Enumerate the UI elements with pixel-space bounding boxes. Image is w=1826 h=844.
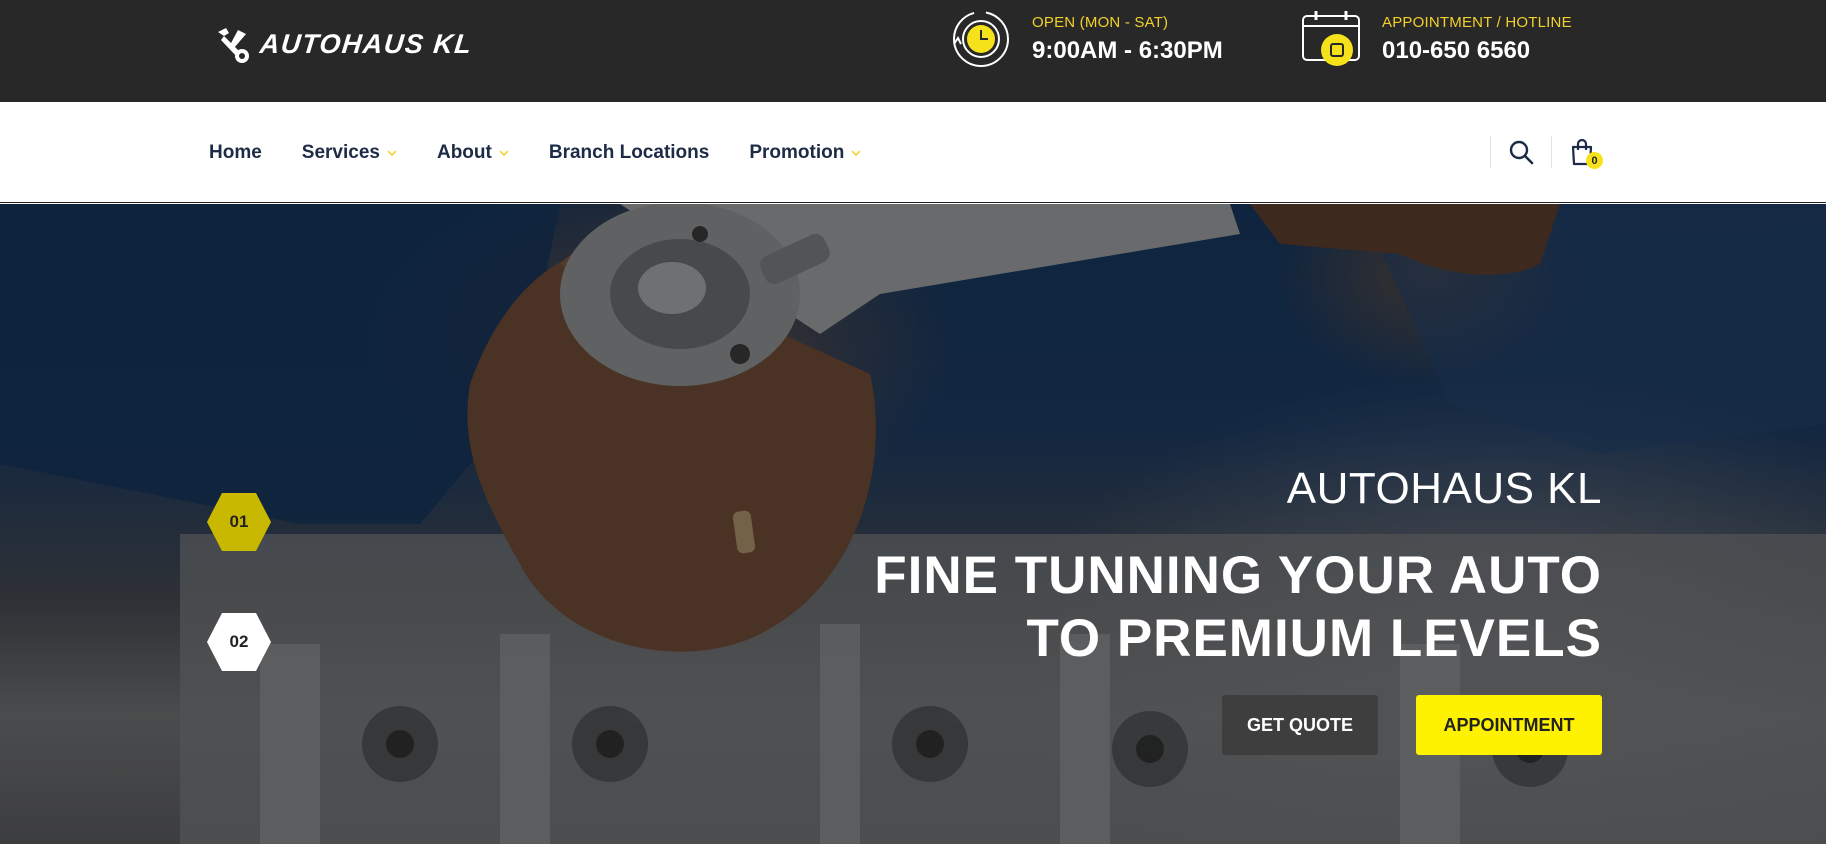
cart-count-badge: 0 [1586, 152, 1603, 169]
hero-title: FINE TUNNING YOUR AUTO TO PREMIUM LEVELS [802, 544, 1602, 670]
get-quote-button[interactable]: GET QUOTE [1222, 695, 1378, 755]
cart-button[interactable]: 0 [1552, 136, 1612, 169]
hours-value: 9:00AM - 6:30PM [1032, 37, 1223, 64]
hotline-label: APPOINTMENT / HOTLINE [1382, 14, 1572, 31]
nav-item-home[interactable]: Home [209, 142, 262, 164]
slide-number: 01 [229, 512, 249, 531]
main-navigation: Home Services About Branch Locations Pro… [0, 102, 1826, 203]
appointment-button[interactable]: APPOINTMENT [1416, 695, 1602, 755]
nav-item-label: About [436, 142, 492, 163]
top-bar: AUTOHAUS KL OPEN (MON - SAT) 9:00AM - 6:… [0, 0, 1826, 102]
hero-title-line-2: TO PREMIUM LEVELS [1026, 609, 1602, 668]
hotline: APPOINTMENT / HOTLINE 010-650 6560 [1300, 8, 1572, 70]
nav-tools: 0 [1490, 136, 1612, 169]
nav-item-services[interactable]: Services [302, 142, 397, 164]
nav-item-label: Services [301, 142, 380, 163]
nav-item-promotion[interactable]: Promotion [749, 142, 861, 164]
nav-item-label: Promotion [749, 142, 845, 163]
calendar-icon [1300, 8, 1362, 70]
nav-item-about[interactable]: About [437, 142, 509, 164]
logo[interactable]: AUTOHAUS KL [212, 24, 475, 64]
slide-indicator-01[interactable]: 01 [206, 492, 272, 552]
hero-title-line-1: FINE TUNNING YOUR AUTO [874, 546, 1602, 605]
nav-menu: Home Services About Branch Locations Pro… [209, 142, 901, 164]
wrench-logo-icon [218, 28, 249, 63]
chevron-down-icon [387, 150, 397, 156]
chevron-down-icon [851, 150, 861, 156]
hero-slider: 01 02 AUTOHAUS KL FINE TUNNING YOUR AUTO… [0, 204, 1826, 844]
nav-item-label: Branch Locations [548, 142, 710, 163]
opening-hours: OPEN (MON - SAT) 9:00AM - 6:30PM [950, 8, 1223, 70]
hotline-number[interactable]: 010-650 6560 [1382, 37, 1572, 65]
slide-indicator-02[interactable]: 02 [206, 612, 272, 672]
hero-eyebrow: AUTOHAUS KL [1286, 464, 1602, 513]
slide-number: 02 [229, 632, 249, 651]
hours-label: OPEN (MON - SAT) [1032, 14, 1169, 31]
logo-text: AUTOHAUS KL [258, 28, 475, 59]
search-button[interactable] [1491, 136, 1551, 168]
clock-icon [950, 8, 1012, 70]
nav-item-label: Home [209, 142, 262, 163]
nav-item-branch-locations[interactable]: Branch Locations [549, 142, 709, 164]
chevron-down-icon [499, 150, 509, 156]
search-icon [1509, 140, 1534, 165]
